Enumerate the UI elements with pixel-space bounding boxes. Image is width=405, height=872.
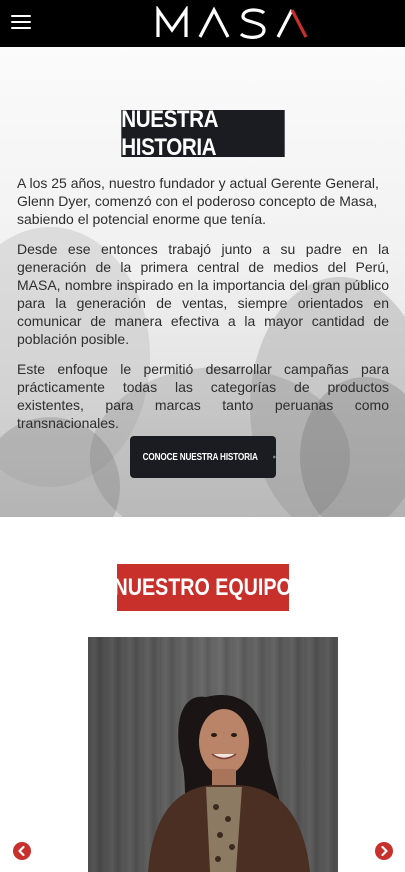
hamburger-menu-icon[interactable] — [11, 13, 31, 31]
masa-logo[interactable] — [156, 6, 308, 40]
history-paragraph: Desde ese entonces trabajó junto a su pa… — [17, 241, 389, 347]
history-section: NUESTRA HISTORIA A los 25 años, nuestro … — [0, 47, 405, 517]
chevron-right-circle-icon — [381, 845, 388, 857]
cta-label: CONOCE NUESTRA HISTORIA — [142, 451, 258, 463]
conoce-historia-button[interactable]: CONOCE NUESTRA HISTORIA — [130, 436, 276, 478]
history-text: A los 25 años, nuestro fundador y actual… — [17, 174, 389, 444]
history-paragraph: Este enfoque le permitió desarrollar cam… — [17, 361, 389, 431]
carousel-prev-button[interactable] — [13, 842, 31, 860]
arrow-circle-right-icon — [273, 455, 276, 459]
team-title: NUESTRO EQUIPO — [113, 564, 293, 611]
history-title: NUESTRA HISTORIA — [121, 106, 285, 161]
chevron-left-circle-icon — [18, 845, 25, 857]
top-navbar — [0, 0, 405, 47]
team-title-label: NUESTRO EQUIPO — [113, 573, 293, 601]
carousel-next-button[interactable] — [375, 842, 393, 860]
team-member-photo — [88, 637, 338, 872]
history-paragraph: A los 25 años, nuestro fundador y actual… — [17, 175, 379, 227]
